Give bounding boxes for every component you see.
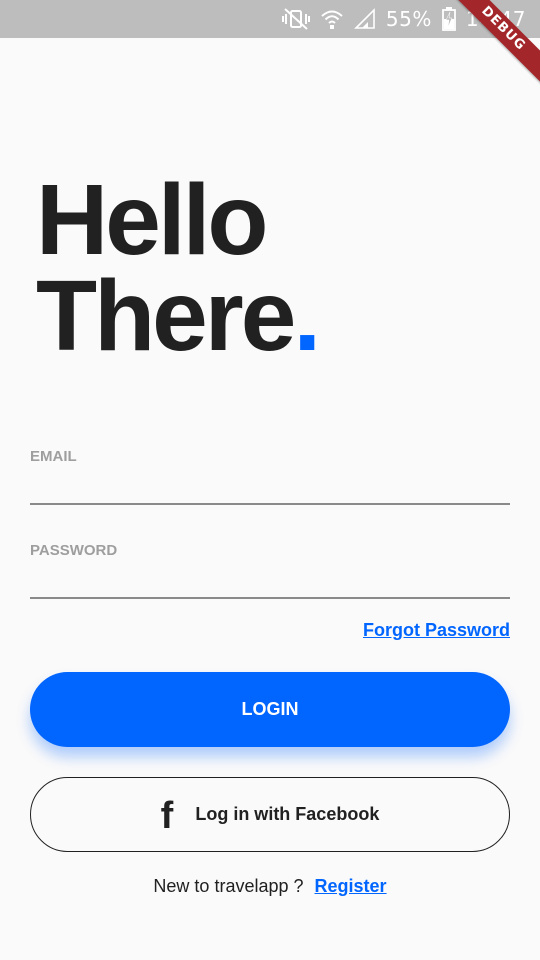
wifi-icon [320, 8, 344, 30]
password-input[interactable] [30, 567, 510, 599]
email-label: EMAIL [30, 448, 77, 465]
register-row: New to travelapp ? Register [0, 876, 540, 897]
login-button[interactable]: LOGIN [30, 672, 510, 747]
register-link[interactable]: Register [315, 876, 387, 896]
login-screen: 55% 14:47 DEBUG Hello There. EMAIL PASSW… [0, 0, 540, 960]
headline-line-1: Hello [36, 164, 268, 276]
facebook-login-button[interactable]: f Log in with Facebook [30, 777, 510, 852]
facebook-login-label: Log in with Facebook [195, 804, 380, 824]
forgot-password-link[interactable]: Forgot Password [363, 620, 510, 641]
email-input[interactable] [30, 473, 510, 505]
cell-signal-icon [353, 8, 376, 30]
headline-accent-dot: . [293, 260, 321, 372]
headline: Hello There. [36, 164, 321, 366]
password-field: PASSWORD [30, 542, 510, 599]
battery-charging-icon [441, 7, 456, 31]
facebook-icon: f [160, 794, 174, 837]
battery-percent: 55% [385, 7, 432, 31]
headline-line-2-text: There [36, 260, 296, 372]
password-label: PASSWORD [30, 542, 118, 559]
register-prompt: New to travelapp ? [153, 876, 304, 896]
status-bar: 55% 14:47 [0, 0, 540, 38]
vibrate-mute-icon [281, 8, 310, 30]
email-field: EMAIL [30, 448, 510, 505]
headline-line-2: There. [36, 266, 321, 366]
